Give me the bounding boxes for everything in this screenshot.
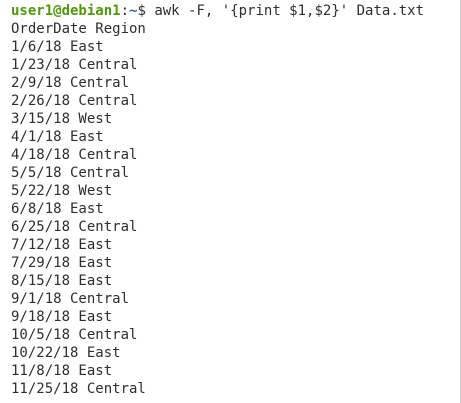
output-line: 8/15/18 East [11,273,113,289]
output-line: 5/5/18 Central [11,165,130,181]
output-line: 6/25/18 Central [11,219,138,235]
output-line: 7/12/18 East [11,237,113,253]
terminal-window[interactable]: user1@debian1:~$ awk -F, '{print $1,$2}'… [0,0,461,403]
output-line: 11/25/18 Central [11,381,146,397]
output-line: 11/8/18 East [11,363,113,379]
output-line: 4/18/18 Central [11,147,138,163]
output-line: 2/9/18 Central [11,75,130,91]
output-line: 1/6/18 East [11,39,104,55]
output-line: 2/26/18 Central [11,93,138,109]
output-header: OrderDate Region [11,21,146,37]
prompt-separator: : [120,3,130,19]
prompt-line: user1@debian1:~$ awk -F, '{print $1,$2}'… [11,2,460,20]
output-line: 1/23/18 Central [11,57,138,73]
output-line: 7/29/18 East [11,255,113,271]
output-line: 5/22/18 West [11,183,113,199]
output-line: 4/1/18 East [11,129,104,145]
output-line: 10/5/18 Central [11,327,138,343]
prompt-symbol: $ [137,3,155,19]
command-text: awk -F, '{print $1,$2}' Data.txt [154,3,425,19]
output-line: 3/15/18 West [11,111,113,127]
prompt-user-host: user1@debian1 [11,3,121,19]
output-line: 10/22/18 East [11,345,121,361]
output-line: 9/1/18 Central [11,291,130,307]
output-line: 6/8/18 East [11,201,104,217]
output-line: 9/18/18 East [11,309,113,325]
